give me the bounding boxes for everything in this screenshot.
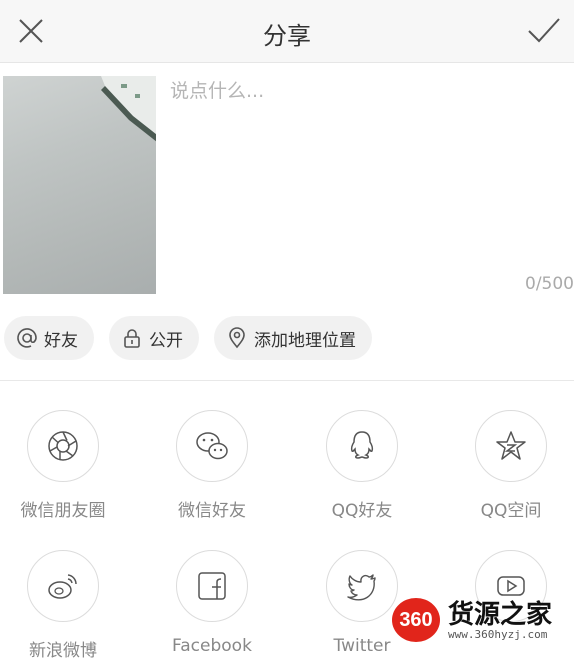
share-facebook[interactable]: Facebook: [142, 550, 282, 656]
watermark-title: 货源之家: [448, 600, 553, 630]
share-icon-circle: [27, 410, 99, 482]
character-counter: 0/500: [525, 274, 574, 294]
site-watermark: 360 货源之家 www.360hyzj.com: [392, 594, 574, 644]
share-icon-circle: [326, 410, 398, 482]
share-icon-circle: [475, 410, 547, 482]
share-label: 微信好友: [178, 501, 246, 521]
photo-thumbnail[interactable]: [3, 76, 156, 294]
chip-label: 添加地理位置: [254, 330, 356, 351]
share-icon-circle: [27, 550, 99, 622]
mention-friends-chip[interactable]: 好友: [4, 316, 94, 360]
qq-icon: [350, 431, 374, 459]
wechat-icon: [196, 432, 228, 460]
chip-label: 公开: [149, 330, 183, 351]
aperture-icon: [48, 431, 78, 461]
lock-icon: [124, 329, 140, 348]
top-bar: 分享: [0, 0, 574, 63]
watermark-url: www.360hyzj.com: [448, 628, 548, 641]
visibility-chip[interactable]: 公开: [109, 316, 199, 360]
share-label: 微信朋友圈: [20, 501, 106, 521]
share-wechat-friend[interactable]: 微信好友: [142, 410, 282, 521]
checkmark-icon[interactable]: [526, 14, 562, 46]
share-label: Facebook: [172, 636, 252, 656]
share-label: QQ好友: [331, 501, 393, 521]
twitter-icon: [347, 574, 376, 601]
share-moments[interactable]: 微信朋友圈: [0, 410, 133, 521]
qzone-star-icon: [496, 431, 526, 460]
share-icon-circle: [326, 550, 398, 622]
page-title: 分享: [263, 22, 311, 50]
facebook-icon: [198, 572, 226, 600]
add-location-chip[interactable]: 添加地理位置: [214, 316, 372, 360]
share-label: QQ空间: [480, 501, 542, 521]
location-pin-icon: [229, 327, 245, 349]
share-icon-circle: [176, 410, 248, 482]
at-icon: [17, 328, 37, 348]
paper-edge-graphic: [101, 76, 156, 142]
post-options: 好友 公开 添加地理位置: [4, 316, 372, 360]
divider: [0, 380, 574, 381]
post-text-input[interactable]: [170, 76, 560, 276]
chip-label: 好友: [44, 330, 78, 351]
share-icon-circle: [176, 550, 248, 622]
weibo-icon: [48, 574, 77, 599]
share-qzone[interactable]: QQ空间: [441, 410, 574, 521]
share-qq-friend[interactable]: QQ好友: [292, 410, 432, 521]
share-label: 新浪微博: [29, 641, 97, 661]
watermark-logo-badge: 360: [392, 598, 440, 642]
share-weibo[interactable]: 新浪微博: [0, 550, 133, 661]
